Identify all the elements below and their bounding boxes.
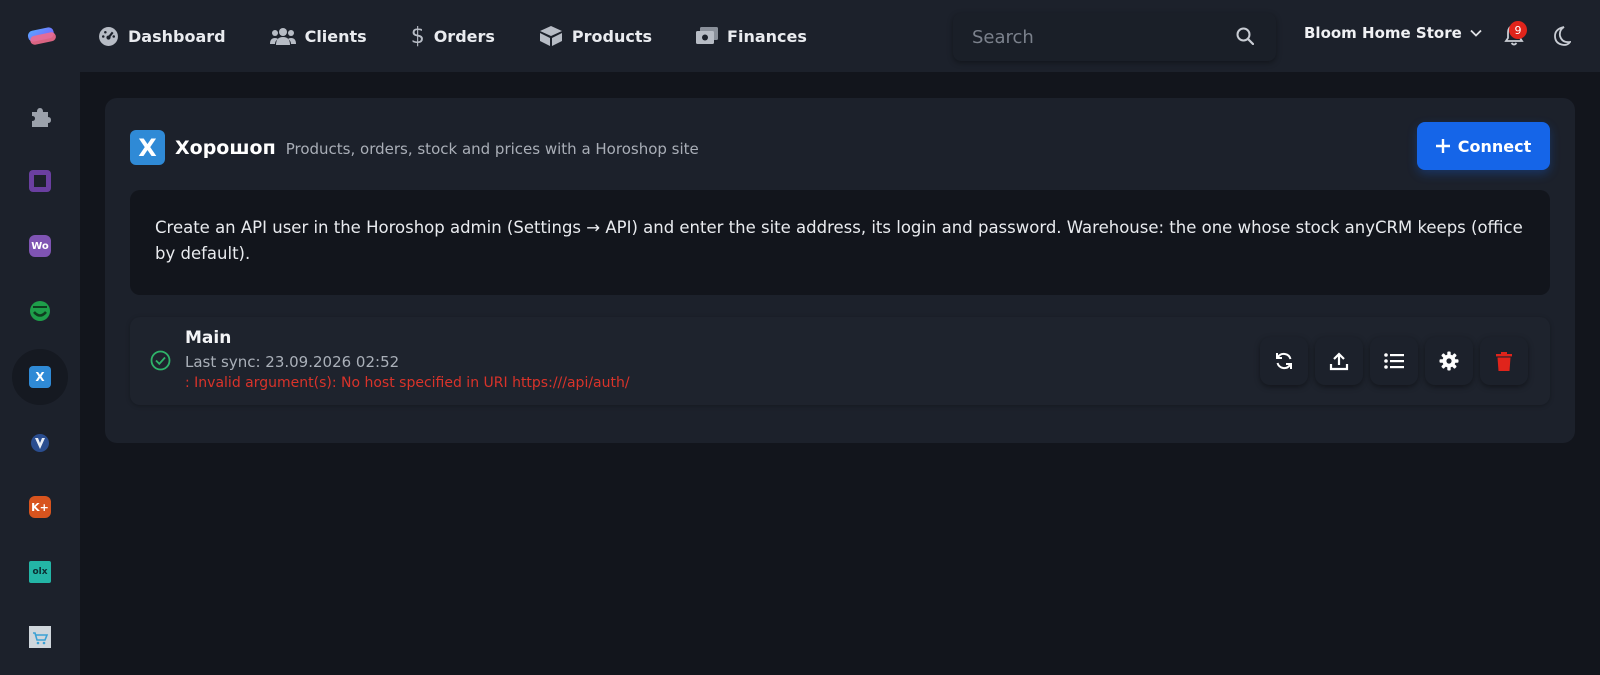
info-text: Create an API user in the Horoshop admin…: [155, 218, 1523, 263]
settings-button[interactable]: [1425, 337, 1473, 385]
nav-orders-label: Orders: [433, 26, 495, 46]
smile-app-icon: [30, 301, 50, 321]
nav-clients[interactable]: Clients: [269, 26, 367, 46]
sidebar-item-kasta[interactable]: K+: [12, 479, 68, 535]
sidebar-item-horoshop[interactable]: X: [12, 349, 68, 405]
money-icon: [696, 27, 719, 44]
search-icon[interactable]: [1236, 27, 1254, 45]
store-selector[interactable]: Bloom Home Store: [1304, 24, 1482, 42]
users-icon: [269, 28, 296, 45]
app-logo[interactable]: [26, 24, 58, 48]
integration-title: Хорошоп: [175, 136, 276, 159]
store-name: Bloom Home Store: [1304, 24, 1462, 42]
search-box: [953, 13, 1276, 61]
connection-error: : Invalid argument(s): No host specified…: [185, 375, 630, 391]
trash-icon: [1496, 351, 1512, 371]
integration-header: X Хорошоп Products, orders, stock and pr…: [130, 130, 699, 165]
nav-finances-label: Finances: [727, 26, 807, 46]
sidebar-item-cart-app[interactable]: [12, 609, 68, 665]
sidebar-item-shield-app[interactable]: [12, 415, 68, 471]
export-button[interactable]: [1315, 337, 1363, 385]
nav-products[interactable]: Products: [539, 25, 652, 47]
upload-icon: [1329, 352, 1349, 371]
list-icon: [1384, 353, 1404, 369]
notification-badge: 9: [1509, 21, 1527, 39]
shield-app-icon: [31, 434, 49, 452]
integration-card: X Хорошоп Products, orders, stock and pr…: [105, 98, 1575, 443]
sidebar-item-integrations[interactable]: [12, 89, 68, 145]
nav-dashboard[interactable]: Dashboard: [98, 26, 226, 47]
gear-icon: [1439, 351, 1459, 371]
box-icon: [539, 26, 562, 46]
puzzle-icon: [32, 108, 51, 127]
search-input[interactable]: [953, 13, 1223, 61]
cart-app-icon: [29, 626, 51, 648]
sidebar-item-square-app[interactable]: [12, 153, 68, 209]
delete-button[interactable]: [1480, 337, 1528, 385]
woocommerce-icon: Wo: [29, 235, 51, 257]
log-list-button[interactable]: [1370, 337, 1418, 385]
olx-icon: olx: [29, 561, 51, 583]
connect-button-label: Connect: [1457, 136, 1532, 156]
sync-button[interactable]: [1260, 337, 1308, 385]
sidebar-item-woocommerce[interactable]: Wo: [12, 218, 68, 274]
connection-row: Main Last sync: 23.09.2026 02:52 : Inval…: [130, 317, 1550, 405]
nav-dashboard-label: Dashboard: [128, 26, 226, 46]
integration-description: Products, orders, stock and prices with …: [285, 139, 699, 158]
horoshop-logo: X: [130, 130, 165, 165]
square-app-icon: [29, 170, 51, 192]
info-panel: Create an API user in the Horoshop admin…: [130, 190, 1550, 295]
gauge-icon: [99, 26, 118, 46]
sidebar-item-smile-app[interactable]: [12, 283, 68, 339]
moon-icon[interactable]: [1551, 25, 1571, 47]
connect-button[interactable]: Connect: [1417, 122, 1550, 170]
chevron-down-icon: [1470, 29, 1482, 37]
nav-orders[interactable]: $ Orders: [411, 24, 495, 49]
connection-actions: [1260, 337, 1528, 385]
nav-clients-label: Clients: [304, 26, 367, 46]
main-nav: Dashboard Clients $ Orders Products Fina…: [98, 0, 851, 72]
plus-icon: [1435, 139, 1450, 153]
top-bar: Dashboard Clients $ Orders Products Fina…: [0, 0, 1600, 72]
check-circle-icon: [150, 350, 171, 371]
nav-products-label: Products: [571, 26, 653, 46]
sidebar-item-olx[interactable]: olx: [12, 544, 68, 600]
kasta-icon: K+: [29, 496, 51, 518]
refresh-icon: [1276, 353, 1292, 369]
last-sync-text: Last sync: 23.09.2026 02:52: [185, 353, 400, 371]
nav-finances[interactable]: Finances: [696, 27, 807, 46]
dollar-icon: $: [410, 23, 425, 49]
connection-name: Main: [185, 328, 232, 348]
horoshop-icon: X: [29, 366, 51, 388]
sidebar: Wo X K+ olx: [0, 72, 80, 675]
